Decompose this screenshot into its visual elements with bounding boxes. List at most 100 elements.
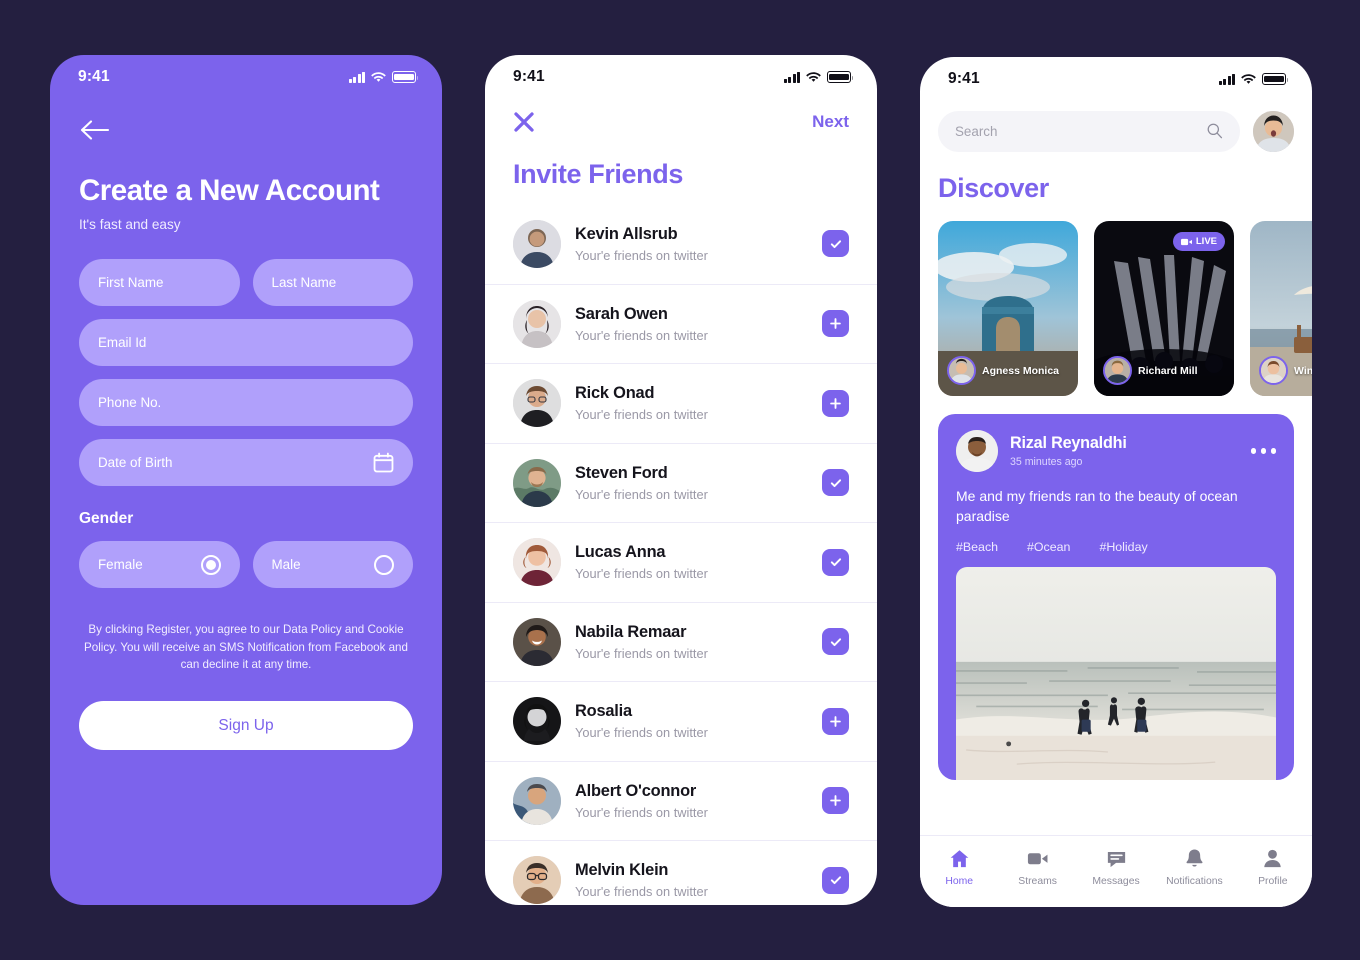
friend-meta: Sarah Owen Your'e friends on twitter (575, 305, 808, 343)
friend-meta: Rosalia Your'e friends on twitter (575, 702, 808, 740)
friend-meta: Lucas Anna Your'e friends on twitter (575, 543, 808, 581)
story-name: Agness Monica (982, 364, 1060, 377)
wifi-icon (806, 71, 821, 83)
radio-selected-icon[interactable] (200, 554, 221, 575)
tab-profile[interactable]: Profile (1234, 847, 1312, 887)
friend-subtitle: Your'e friends on twitter (575, 407, 708, 423)
post-timestamp: 35 minutes ago (1010, 456, 1083, 468)
dob-placeholder: Date of Birth (98, 455, 173, 471)
more-dots-icon[interactable] (1250, 448, 1276, 454)
friend-subtitle: Your'e friends on twitter (575, 804, 708, 820)
avatar (513, 856, 561, 905)
tab-streams[interactable]: Streams (998, 847, 1076, 887)
post-header: Rizal Reynaldhi 35 minutes ago (956, 430, 1276, 472)
stories-carousel[interactable]: Agness Monica LIVE Richard Mill Win (920, 204, 1312, 396)
plus-icon[interactable] (822, 310, 849, 338)
first-name-placeholder: First Name (98, 275, 164, 291)
post-tags: #Beach #Ocean #Holiday (956, 540, 1276, 554)
avatar[interactable] (956, 430, 998, 472)
email-id-input[interactable]: Email Id (79, 319, 413, 367)
plus-icon[interactable] (822, 707, 849, 735)
live-badge: LIVE (1172, 232, 1225, 251)
friend-name: Rosalia (575, 702, 632, 721)
first-name-input[interactable]: First Name (79, 259, 240, 307)
name-fields-row: First Name Last Name (79, 259, 413, 307)
friend-name: Melvin Klein (575, 861, 669, 880)
battery-icon (1262, 73, 1289, 85)
story-name: Richard Mill (1138, 364, 1198, 377)
page-title: Create a New Account (79, 174, 380, 207)
tab-home[interactable]: Home (920, 847, 998, 887)
table-row[interactable]: Rick Onad Your'e friends on twitter (485, 363, 877, 443)
post-tag[interactable]: #Ocean (1027, 540, 1070, 554)
plus-icon[interactable] (822, 787, 849, 815)
avatar (513, 379, 561, 428)
next-button[interactable]: Next (812, 112, 849, 132)
check-icon[interactable] (822, 469, 849, 497)
plus-icon[interactable] (822, 389, 849, 417)
gender-label: Gender (79, 510, 134, 528)
post-card: Rizal Reynaldhi 35 minutes ago Me and my… (938, 414, 1294, 780)
date-of-birth-input[interactable]: Date of Birth (79, 439, 413, 487)
table-row[interactable]: Albert O'connor Your'e friends on twitte… (485, 760, 877, 841)
table-row[interactable]: Kevin Allsrub Your'e friends on twitter (485, 204, 877, 284)
tab-messages-label: Messages (1092, 876, 1140, 887)
gender-option-male[interactable]: Male (252, 541, 413, 589)
search-input[interactable]: Search (938, 111, 1240, 152)
story-card[interactable]: LIVE Richard Mill (1094, 221, 1234, 396)
table-row[interactable]: Sarah Owen Your'e friends on twitter (485, 283, 877, 364)
story-card[interactable]: Agness Monica (938, 221, 1078, 396)
table-row[interactable]: Steven Ford Your'e friends on twitter (485, 442, 877, 523)
search-placeholder: Search (955, 124, 998, 139)
post-photo[interactable] (956, 566, 1276, 780)
post-tag[interactable]: #Beach (956, 540, 998, 554)
chat-bubble-icon (1107, 851, 1125, 868)
story-footer: Win (1259, 356, 1312, 385)
tab-profile-label: Profile (1258, 876, 1288, 887)
calendar-icon[interactable] (373, 452, 394, 473)
friend-meta: Nabila Remaar Your'e friends on twitter (575, 623, 808, 661)
radio-unselected-icon[interactable] (374, 554, 394, 575)
table-row[interactable]: Rosalia Your'e friends on twitter (485, 681, 877, 761)
check-icon[interactable] (822, 548, 849, 576)
story-card[interactable]: Win (1250, 221, 1312, 396)
bell-icon (1186, 849, 1203, 867)
friend-name: Lucas Anna (575, 543, 666, 562)
table-row[interactable]: Melvin Klein Your'e friends on twitter (485, 840, 877, 905)
post-tag[interactable]: #Holiday (1099, 540, 1147, 554)
check-icon[interactable] (822, 866, 849, 894)
friend-meta: Albert O'connor Your'e friends on twitte… (575, 782, 808, 820)
gender-female-label: Female (98, 557, 143, 573)
person-icon (1264, 849, 1282, 868)
story-footer: Richard Mill (1103, 356, 1228, 385)
status-time: 9:41 (78, 68, 110, 85)
friend-subtitle: Your'e friends on twitter (575, 247, 708, 263)
gender-option-female[interactable]: Female (79, 541, 240, 589)
avatar (513, 458, 561, 507)
check-icon[interactable] (822, 628, 849, 656)
table-row[interactable]: Nabila Remaar Your'e friends on twitter (485, 601, 877, 682)
tab-messages[interactable]: Messages (1077, 847, 1155, 887)
back-arrow-icon[interactable] (79, 117, 113, 143)
close-x-icon[interactable] (513, 111, 535, 133)
search-icon[interactable] (1206, 122, 1223, 142)
live-label: LIVE (1195, 236, 1217, 247)
friend-name: Sarah Owen (575, 304, 668, 323)
last-name-input[interactable]: Last Name (252, 259, 413, 307)
sign-up-button[interactable]: Sign Up (79, 701, 413, 751)
avatar (513, 697, 561, 746)
table-row[interactable]: Lucas Anna Your'e friends on twitter (485, 522, 877, 602)
friend-subtitle: Your'e friends on twitter (575, 327, 708, 343)
tab-notifications-label: Notifications (1166, 876, 1223, 887)
tab-notifications[interactable]: Notifications (1155, 847, 1233, 887)
avatar (513, 776, 561, 825)
post-author-block: Rizal Reynaldhi 35 minutes ago (1010, 434, 1239, 468)
wifi-icon (1241, 73, 1256, 85)
phone-screen-invite-friends: 9:41 Next Invite Friends Kevin Allsrub Y… (485, 55, 877, 905)
phone-no-input[interactable]: Phone No. (79, 379, 413, 427)
avatar[interactable] (1253, 111, 1294, 152)
create-account-form: Create a New Account It's fast and easy … (50, 117, 442, 751)
page-title: Discover (938, 173, 1049, 203)
post-text: Me and my friends ran to the beauty of o… (956, 488, 1238, 525)
check-icon[interactable] (822, 230, 849, 258)
